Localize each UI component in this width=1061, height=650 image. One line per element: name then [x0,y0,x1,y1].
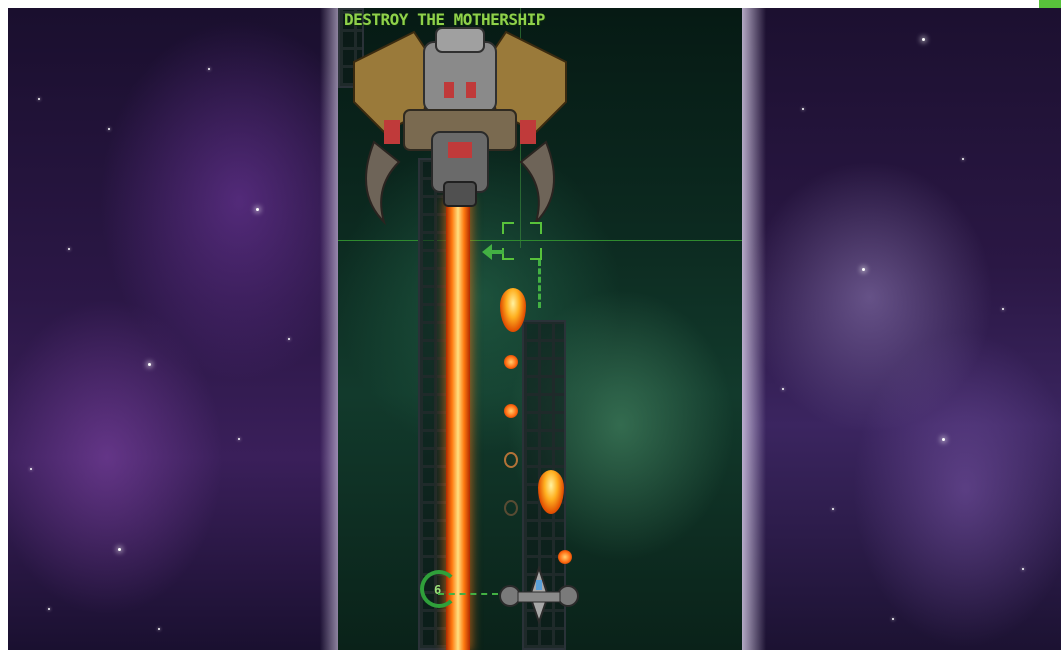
star [48,608,50,610]
star [118,548,121,551]
star [782,388,784,390]
star [30,468,32,470]
star [922,38,925,41]
right-starfield-panel [742,8,1061,650]
arrow-shaft [490,250,504,254]
bullet-trail-ring [504,500,518,516]
star [1002,308,1004,310]
star [288,338,290,340]
star [256,208,259,211]
enemy-bullet [504,355,518,369]
left-starfield-panel [8,8,338,650]
star [108,128,110,130]
enemy-bullet [504,404,518,418]
star [942,438,945,441]
objective-banner: DESTROY THE MOTHERSHIP [344,10,545,29]
star [148,363,151,366]
enemy-bullet [558,550,572,564]
star [862,268,865,271]
aim-guide-dashed-line [538,260,541,308]
star [892,618,894,620]
star [832,508,834,510]
game-playfield[interactable]: DESTROY THE MOTHERSHIP 6 [338,8,742,650]
bullet-trail-ring [504,452,518,468]
star [1022,568,1024,570]
star [158,628,160,630]
star [962,158,964,160]
star [68,248,70,250]
game-frame: DESTROY THE MOTHERSHIP 6 [0,0,1061,650]
mothership-icon [353,27,567,226]
star [38,98,40,100]
target-reticle-icon [502,222,542,260]
star [802,108,804,110]
player-ship-icon[interactable] [496,566,582,626]
star [208,68,210,70]
player-guide-dashed-line [438,593,498,595]
right-panel-glow [742,8,766,650]
star [238,438,240,440]
